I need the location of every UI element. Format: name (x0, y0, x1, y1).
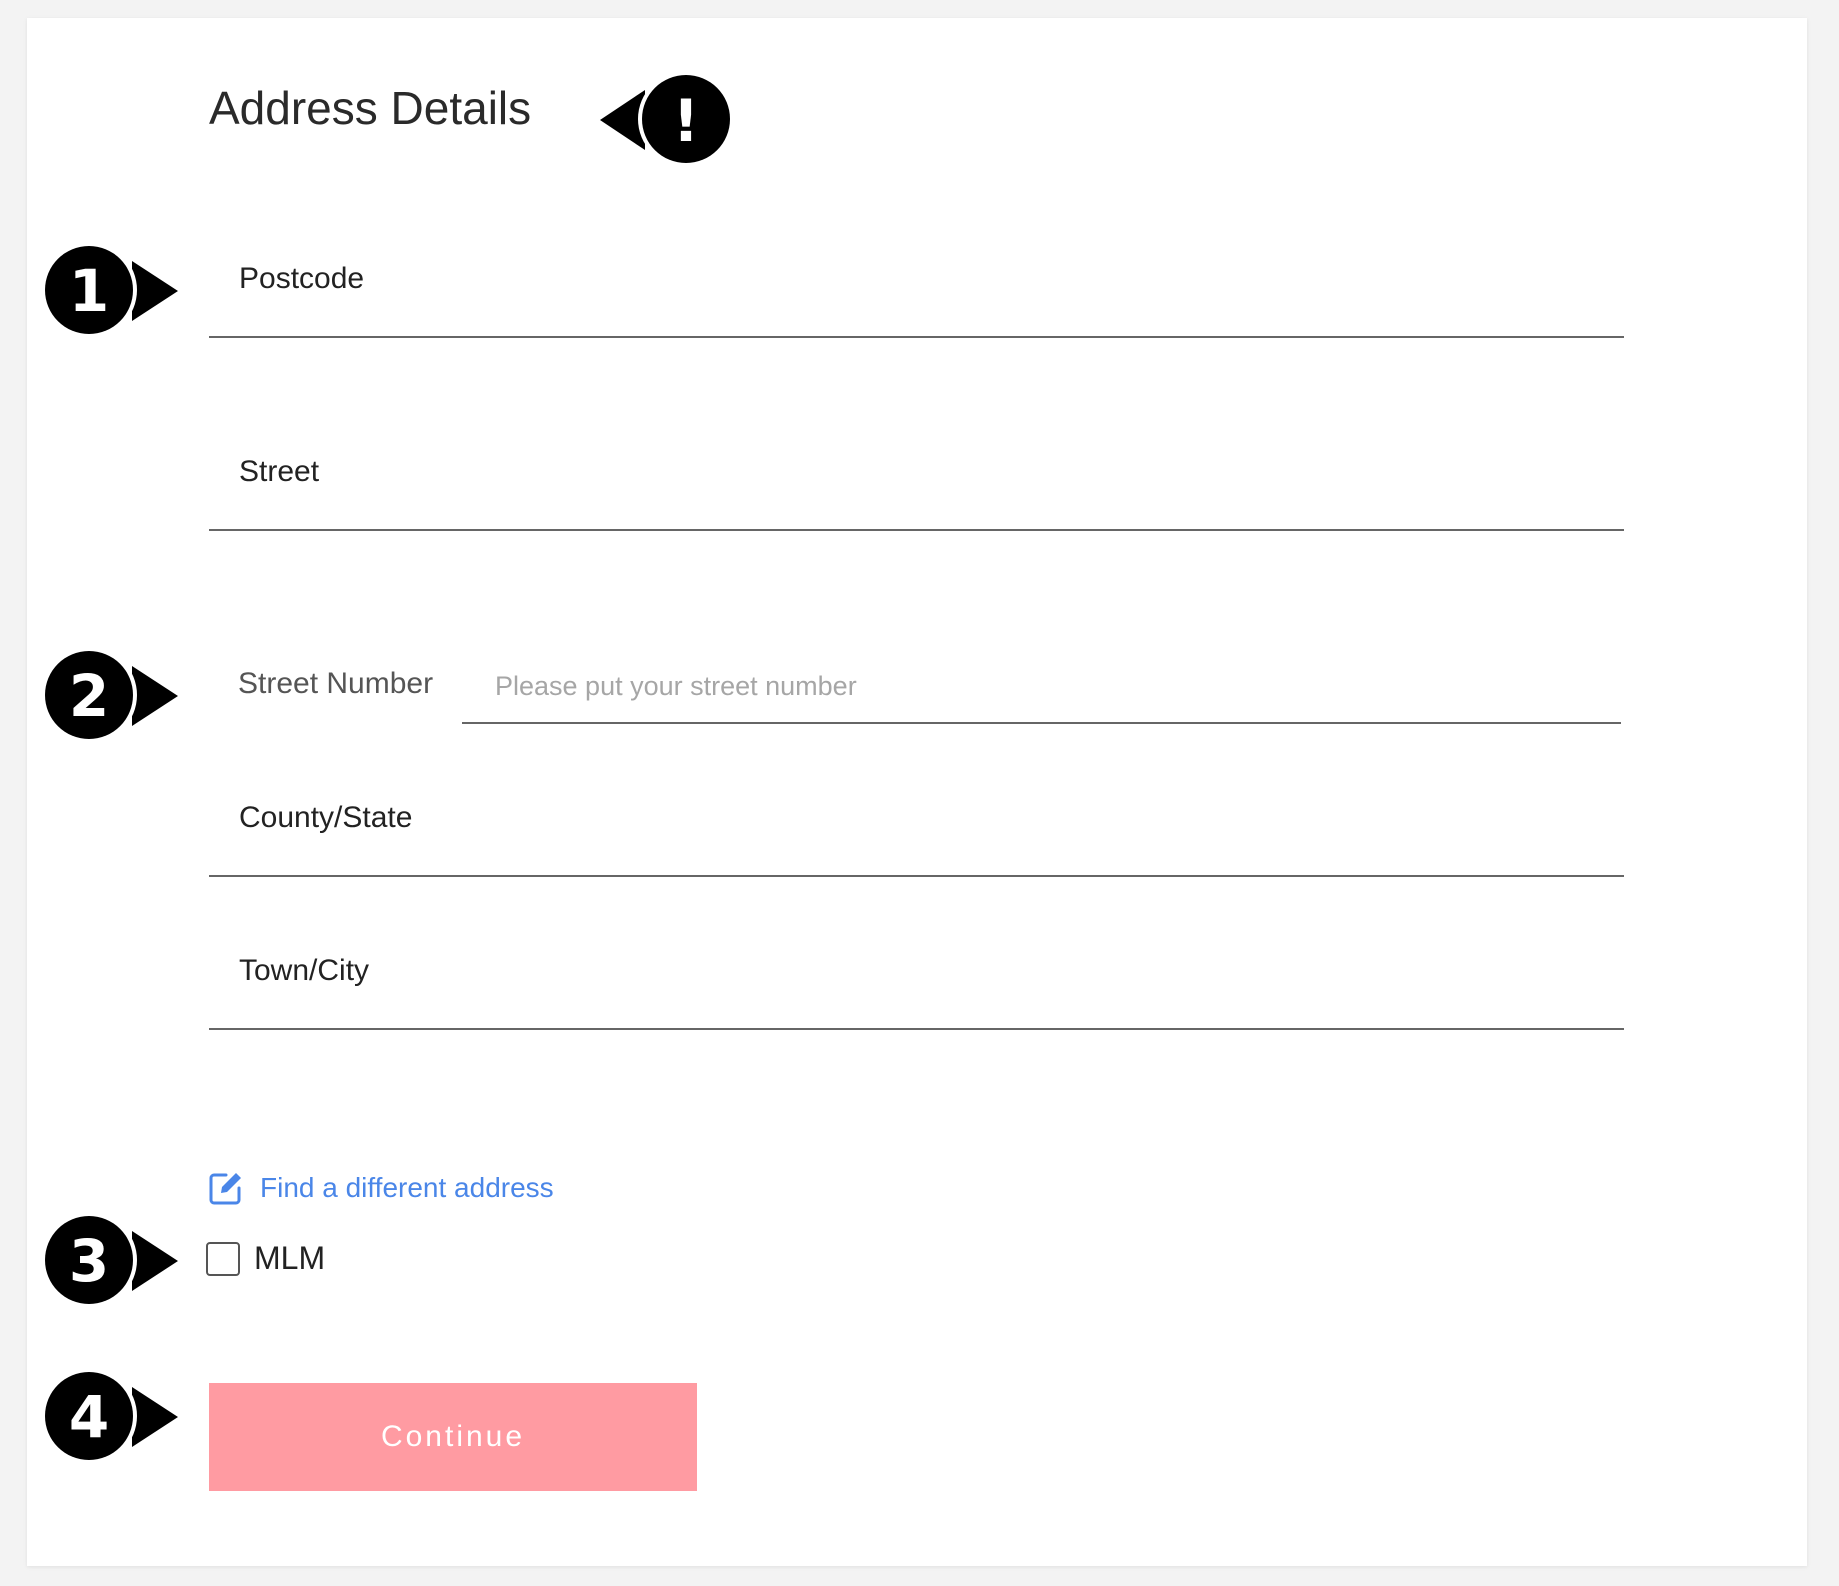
marker-number: 3 (69, 1227, 109, 1295)
postcode-field[interactable] (209, 336, 1624, 338)
county-state-field[interactable] (209, 875, 1624, 877)
postcode-label: Postcode (239, 262, 365, 295)
street-number-input[interactable] (495, 666, 1615, 706)
continue-button[interactable]: Continue (209, 1383, 697, 1491)
annotation-marker-4: 4 (41, 1367, 222, 1467)
marker-number: 2 (69, 662, 109, 730)
county-state-label: County/State (239, 801, 413, 834)
mlm-checkbox-label: MLM (254, 1240, 326, 1276)
street-field[interactable] (209, 529, 1624, 531)
numbered-marker-icon: 1 (41, 242, 178, 338)
numbered-marker-icon: 2 (41, 647, 178, 743)
edit-icon (209, 1173, 241, 1205)
marker-number: 1 (69, 257, 109, 325)
town-city-field[interactable] (209, 1028, 1624, 1030)
street-label: Street (239, 455, 320, 488)
mlm-checkbox-row: MLM (206, 1240, 325, 1277)
find-different-address-label: Find a different address (260, 1172, 554, 1203)
annotation-marker-3: 3 (41, 1211, 222, 1311)
numbered-marker-icon: 4 (41, 1368, 178, 1464)
page-title: Address Details (209, 82, 532, 134)
town-city-label: Town/City (239, 954, 370, 987)
marker-text: ! (673, 87, 699, 155)
title-annotation-marker: ! (600, 70, 780, 170)
annotation-marker-1: 1 (41, 241, 222, 341)
address-form-card (27, 18, 1807, 1566)
street-number-label: Street Number (238, 667, 434, 700)
numbered-marker-icon: 3 (41, 1212, 178, 1308)
exclamation-marker-icon: ! (600, 71, 734, 167)
marker-number: 4 (69, 1383, 109, 1451)
find-different-address-link[interactable]: Find a different address (208, 1170, 554, 1206)
annotation-marker-2: 2 (41, 646, 222, 746)
street-number-underline (462, 722, 1621, 724)
